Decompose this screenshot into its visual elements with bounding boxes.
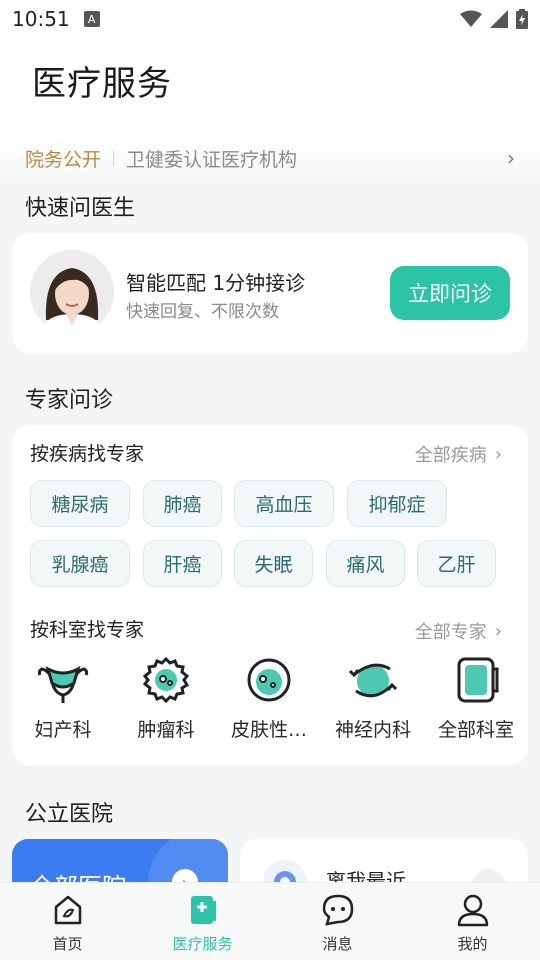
location-icon	[263, 860, 307, 882]
notice-tag: 院务公开	[25, 148, 102, 171]
disease-tag[interactable]: 高血压	[234, 480, 334, 527]
notice-divider	[113, 150, 115, 166]
header: 医疗服务	[0, 38, 540, 130]
quick-consult-title: 智能匹配 1分钟接诊	[126, 271, 306, 295]
disease-tag[interactable]: 糖尿病	[30, 480, 130, 527]
department-label: 神经内科	[334, 719, 411, 741]
tab-profile[interactable]: 我的	[405, 883, 540, 960]
tab-label: 我的	[457, 935, 488, 953]
disease-tag[interactable]: 痛风	[326, 540, 405, 587]
disease-tag[interactable]: 失眠	[234, 540, 313, 587]
department-oncology[interactable]: 肿瘤科	[116, 655, 216, 742]
disease-tag[interactable]: 乙肝	[417, 540, 496, 587]
quick-consult-subtitle: 快速回复、不限次数	[126, 302, 279, 322]
department-obstetrics[interactable]: 妇产科	[13, 655, 113, 742]
department-dermatology[interactable]: 皮肤性…	[219, 655, 319, 742]
status-bar: 10:51 A	[0, 0, 540, 38]
doctor-avatar	[30, 250, 114, 334]
department-label: 肿瘤科	[137, 719, 195, 741]
chevron-right-icon: ›	[494, 443, 502, 465]
battery-icon	[516, 9, 528, 29]
department-label: 全部科室	[437, 719, 514, 741]
all-experts-link[interactable]: 全部专家 ›	[415, 618, 502, 644]
signal-icon	[490, 10, 508, 28]
section-title-hospitals: 公立医院	[25, 802, 114, 827]
chevron-right-icon: ›	[507, 146, 515, 170]
main-content[interactable]: 院务公开 卫健委认证医疗机构 › 快速问医生 智能匹配 1分钟接诊 快速回复、不…	[0, 130, 540, 882]
medical-service-icon	[190, 896, 216, 924]
all-departments-icon	[457, 657, 499, 703]
tab-label: 首页	[52, 935, 83, 953]
consult-now-button[interactable]: 立即问诊	[390, 266, 510, 320]
uterus-icon	[37, 666, 89, 703]
wifi-icon	[460, 10, 482, 27]
tab-label: 消息	[322, 935, 353, 953]
section-title-expert: 专家问诊	[25, 388, 114, 413]
nearby-hospitals-label: 离我最近	[326, 869, 406, 882]
disease-tag[interactable]: 乳腺癌	[30, 540, 130, 587]
by-disease-title: 按疾病找专家	[30, 443, 145, 465]
disease-tag[interactable]: 肝癌	[143, 540, 222, 587]
skin-icon	[247, 658, 291, 702]
department-all[interactable]: 全部科室	[426, 655, 526, 742]
home-icon	[54, 895, 81, 925]
section-title-quick-consult: 快速问医生	[25, 196, 136, 221]
expert-card: 按疾病找专家 全部疾病 › 糖尿病 肺癌 高血压 抑郁症 乳腺癌 肝癌 失眠 痛…	[12, 425, 528, 765]
all-diseases-link[interactable]: 全部疾病 ›	[415, 441, 502, 467]
disease-tag[interactable]: 肺癌	[143, 480, 222, 527]
department-neurology[interactable]: 神经内科	[323, 655, 423, 742]
notice-text: 卫健委认证医疗机构	[126, 148, 298, 171]
tab-messages[interactable]: 消息	[270, 883, 405, 960]
department-label: 妇产科	[34, 719, 92, 741]
bottom-tab-bar: 首页 医疗服务 消息 我的	[0, 882, 540, 960]
message-icon	[322, 894, 353, 926]
chevron-right-icon: ›	[472, 869, 506, 882]
tumor-cell-icon	[142, 656, 190, 704]
all-experts-label: 全部专家	[414, 622, 487, 643]
tab-home[interactable]: 首页	[0, 883, 135, 960]
all-hospitals-card[interactable]: 全部医院 ›	[12, 839, 228, 882]
department-label: 皮肤性…	[230, 719, 307, 741]
notice-bar[interactable]: 院务公开 卫健委认证医疗机构 ›	[0, 138, 540, 178]
page-title: 医疗服务	[32, 64, 172, 104]
all-diseases-label: 全部疾病	[414, 445, 487, 466]
notification-icon: A	[83, 11, 100, 27]
disease-tag[interactable]: 抑郁症	[347, 480, 447, 527]
tab-label: 医疗服务	[172, 935, 233, 953]
all-hospitals-label: 全部医院	[30, 867, 126, 882]
status-time: 10:51	[12, 7, 70, 31]
brain-icon	[348, 663, 398, 698]
tab-medical-service[interactable]: 医疗服务	[135, 883, 270, 960]
chevron-right-icon: ›	[494, 620, 502, 642]
quick-consult-card[interactable]: 智能匹配 1分钟接诊 快速回复、不限次数 立即问诊	[12, 233, 528, 353]
nearby-hospitals-card[interactable]: 离我最近 ›	[240, 839, 528, 882]
user-icon	[457, 894, 488, 927]
by-department-title: 按科室找专家	[30, 619, 145, 641]
